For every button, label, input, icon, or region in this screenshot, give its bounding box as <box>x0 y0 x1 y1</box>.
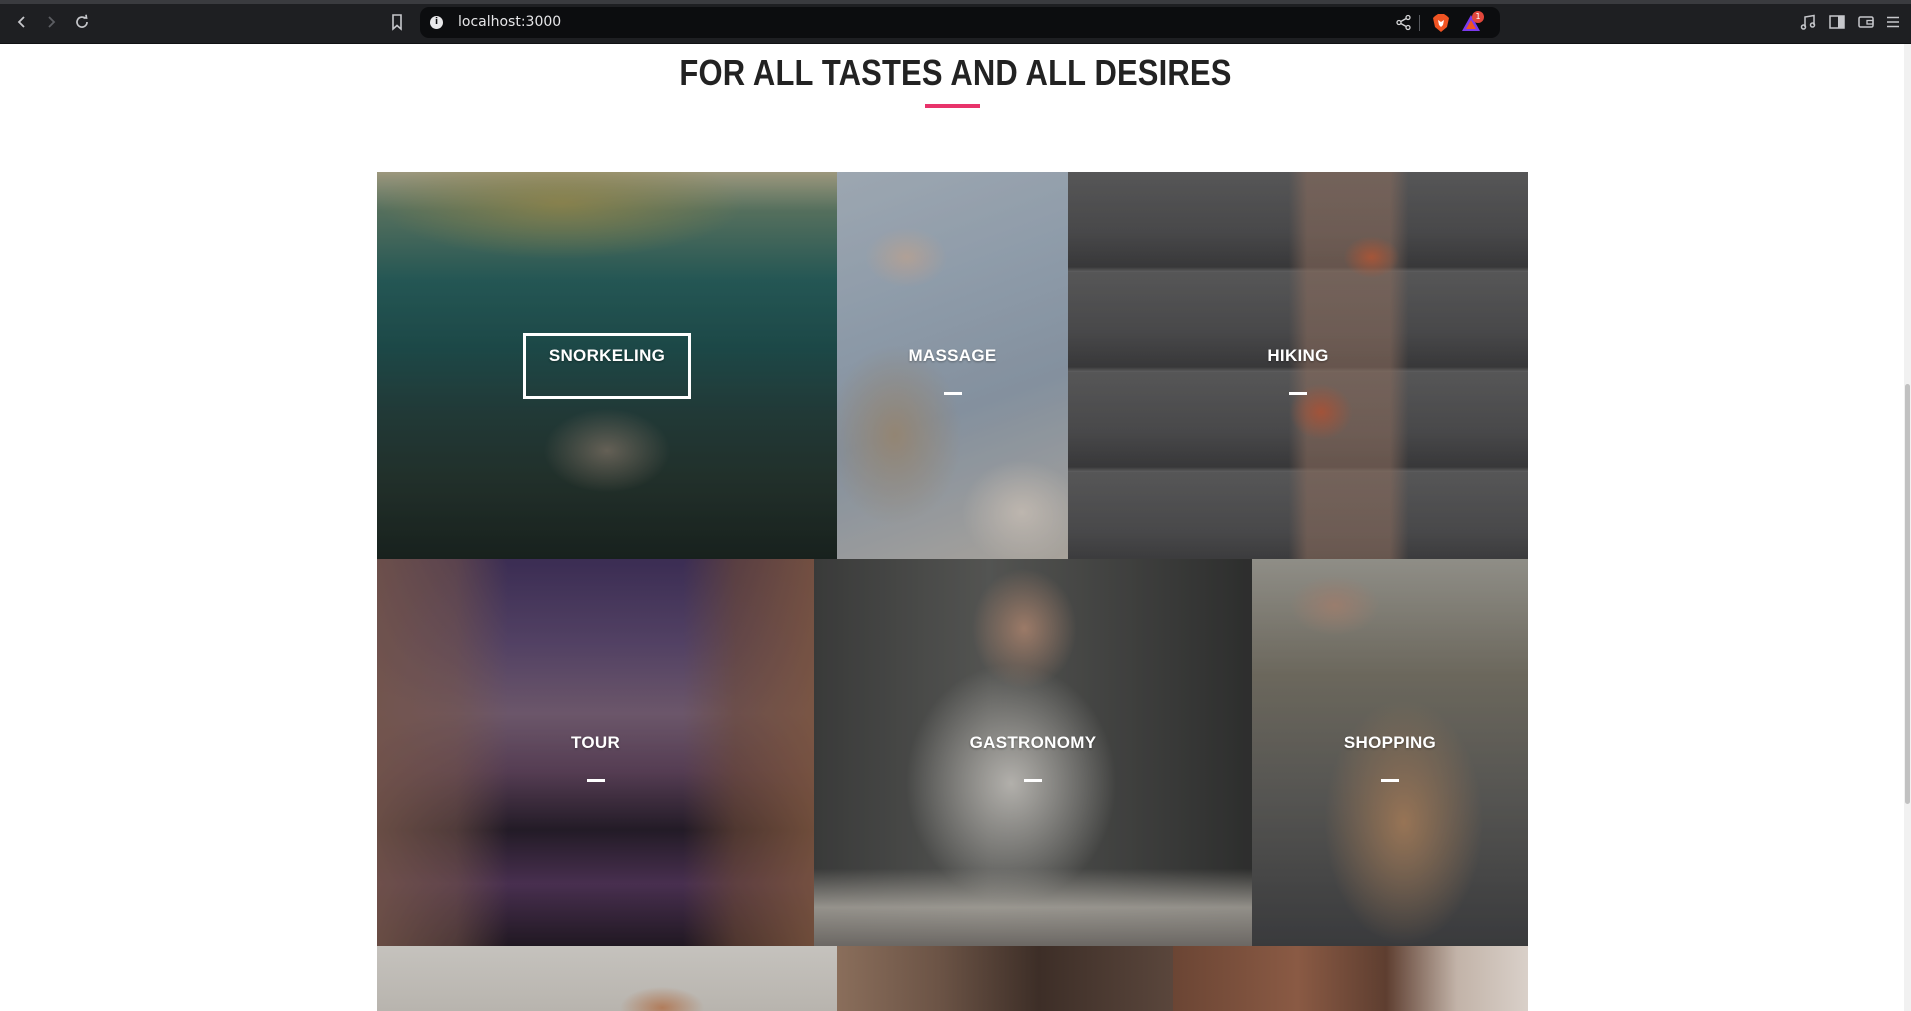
back-icon[interactable] <box>10 10 34 34</box>
activity-label: SNORKELING <box>548 345 666 365</box>
activity-tile-partial[interactable] <box>837 946 1173 1011</box>
section-title: FOR ALL TASTES AND ALL DESIRES <box>679 52 1232 93</box>
wallet-icon[interactable] <box>1857 13 1875 31</box>
tile-overlay <box>814 559 1252 946</box>
site-info-icon[interactable]: i <box>430 16 443 29</box>
title-underline <box>925 104 980 108</box>
activity-tile-snorkeling[interactable]: SNORKELING <box>377 172 837 559</box>
activity-tile-tour[interactable]: TOUR <box>377 559 814 946</box>
toolbar-divider <box>1419 15 1420 31</box>
portrait-photo <box>837 946 1173 1011</box>
tile-overlay <box>377 559 814 946</box>
activity-label: HIKING <box>1267 345 1329 365</box>
activity-tile-partial[interactable] <box>377 946 837 1011</box>
activity-tile-hiking[interactable]: HIKING <box>1068 172 1528 559</box>
activity-label: TOUR <box>570 732 621 752</box>
menu-icon[interactable] <box>1884 13 1902 31</box>
scrollbar-thumb[interactable] <box>1905 384 1910 804</box>
landscape-photo <box>377 946 837 1011</box>
forward-icon[interactable] <box>39 10 63 34</box>
browser-toolbar: i localhost:3000 1 <box>0 0 1911 44</box>
interior-photo <box>1173 946 1528 1011</box>
label-dash <box>586 778 605 782</box>
media-icon[interactable] <box>1799 13 1817 31</box>
brave-rewards-icon[interactable]: 1 <box>1460 11 1484 33</box>
label-dash <box>1289 391 1307 395</box>
rewards-badge: 1 <box>1472 11 1484 23</box>
brave-shields-icon[interactable] <box>1432 13 1450 33</box>
activity-tile-partial[interactable] <box>1173 946 1528 1011</box>
label-dash <box>1024 778 1042 782</box>
tile-overlay <box>1068 172 1528 559</box>
label-dash <box>1381 778 1399 782</box>
page-scrollbar[interactable] <box>1904 44 1911 1011</box>
url-text[interactable]: localhost:3000 <box>458 14 561 30</box>
label-dash <box>943 391 962 395</box>
activity-tile-massage[interactable]: MASSAGE <box>837 172 1068 559</box>
hover-frame <box>523 332 691 399</box>
activity-tile-gastronomy[interactable]: GASTRONOMY <box>814 559 1252 946</box>
window-top-edge <box>0 0 1911 4</box>
tile-overlay <box>837 172 1068 559</box>
address-bar[interactable]: i localhost:3000 1 <box>420 7 1500 38</box>
sidebar-icon[interactable] <box>1828 13 1846 31</box>
activity-tile-shopping[interactable]: SHOPPING <box>1252 559 1528 946</box>
tile-overlay <box>1252 559 1528 946</box>
activity-label: MASSAGE <box>908 345 997 365</box>
activity-label: SHOPPING <box>1343 732 1437 752</box>
activity-label: GASTRONOMY <box>969 732 1097 752</box>
reload-icon[interactable] <box>70 10 94 34</box>
bookmark-icon[interactable] <box>386 11 408 33</box>
share-icon[interactable] <box>1395 14 1412 31</box>
